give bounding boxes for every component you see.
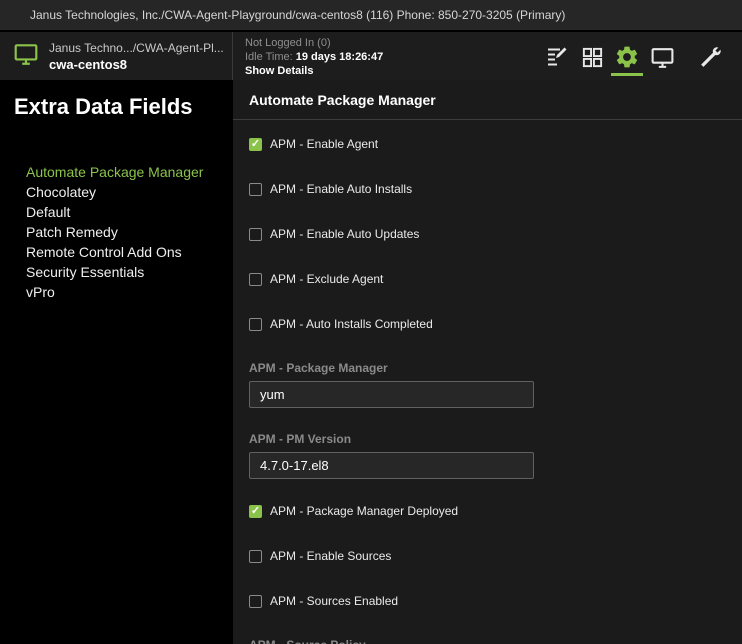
window-title: Janus Technologies, Inc./CWA-Agent-Playg… bbox=[30, 8, 565, 22]
page-title-bar: Automate Package Manager bbox=[233, 80, 742, 120]
sidebar-item-vpro[interactable]: vPro bbox=[14, 282, 219, 302]
apm-enable-auto-installs-checkbox[interactable] bbox=[249, 183, 262, 196]
settings-gear-icon[interactable] bbox=[611, 36, 643, 76]
breadcrumb: Janus Techno.../CWA-Agent-Pl... bbox=[49, 41, 224, 55]
sidebar-item-default[interactable]: Default bbox=[14, 202, 219, 222]
apm-auto-installs-completed-label: APM - Auto Installs Completed bbox=[270, 317, 433, 331]
sidebar-item-security-essentials[interactable]: Security Essentials bbox=[14, 262, 219, 282]
content-row: Extra Data Fields Automate Package Manag… bbox=[0, 80, 742, 644]
sidebar: Extra Data Fields Automate Package Manag… bbox=[0, 80, 233, 644]
sidebar-item-automate-package-manager[interactable]: Automate Package Manager bbox=[14, 162, 219, 182]
checkbox-row: APM - Auto Installs Completed bbox=[249, 316, 726, 332]
main-panel: Automate Package Manager APM - Enable Ag… bbox=[233, 80, 742, 644]
apm-pm-version-label: APM - PM Version bbox=[249, 432, 726, 446]
device-name: cwa-centos8 bbox=[49, 57, 224, 72]
device-summary: Janus Techno.../CWA-Agent-Pl... cwa-cent… bbox=[0, 32, 233, 80]
checkbox-row: APM - Sources Enabled bbox=[249, 593, 726, 609]
apm-sources-enabled-checkbox[interactable] bbox=[249, 595, 262, 608]
show-details-link[interactable]: Show Details bbox=[245, 64, 383, 78]
apm-enable-sources-checkbox[interactable] bbox=[249, 550, 262, 563]
field-group: APM - PM Version bbox=[249, 432, 726, 479]
apm-sources-enabled-label: APM - Sources Enabled bbox=[270, 594, 398, 608]
device-monitor-icon bbox=[13, 41, 39, 72]
session-status: Not Logged In (0) Idle Time: 19 days 18:… bbox=[233, 32, 383, 80]
apm-package-manager-deployed-label: APM - Package Manager Deployed bbox=[270, 504, 458, 518]
scripts-icon[interactable] bbox=[541, 36, 573, 76]
checkbox-row: APM - Enable Sources bbox=[249, 548, 726, 564]
checkbox-row: APM - Enable Agent bbox=[249, 136, 726, 152]
login-status: Not Logged In (0) bbox=[245, 36, 383, 50]
apm-auto-installs-completed-checkbox[interactable] bbox=[249, 318, 262, 331]
apm-package-manager-input[interactable] bbox=[249, 381, 534, 408]
device-text: Janus Techno.../CWA-Agent-Pl... cwa-cent… bbox=[49, 41, 224, 72]
monitor-icon[interactable] bbox=[646, 36, 678, 76]
apm-enable-agent-label: APM - Enable Agent bbox=[270, 137, 378, 151]
idle-time-value: 19 days 18:26:47 bbox=[296, 51, 383, 63]
field-group: APM - Package Manager bbox=[249, 361, 726, 408]
sidebar-item-chocolatey[interactable]: Chocolatey bbox=[14, 182, 219, 202]
extra-data-form: APM - Enable Agent APM - Enable Auto Ins… bbox=[233, 120, 742, 644]
sidebar-title: Extra Data Fields bbox=[14, 94, 219, 120]
apm-exclude-agent-checkbox[interactable] bbox=[249, 273, 262, 286]
idle-time-label: Idle Time: bbox=[245, 51, 293, 63]
apm-pm-version-input[interactable] bbox=[249, 452, 534, 479]
apps-grid-icon[interactable] bbox=[576, 36, 608, 76]
header-icon-toolbar bbox=[538, 32, 742, 80]
header-bar: Janus Techno.../CWA-Agent-Pl... cwa-cent… bbox=[0, 32, 742, 80]
window-title-bar: Janus Technologies, Inc./CWA-Agent-Playg… bbox=[0, 0, 742, 30]
apm-enable-sources-label: APM - Enable Sources bbox=[270, 549, 391, 563]
checkbox-row: APM - Enable Auto Installs bbox=[249, 181, 726, 197]
checkbox-row: APM - Package Manager Deployed bbox=[249, 503, 726, 519]
apm-package-manager-deployed-checkbox[interactable] bbox=[249, 505, 262, 518]
apm-enable-auto-updates-label: APM - Enable Auto Updates bbox=[270, 227, 419, 241]
apm-enable-auto-installs-label: APM - Enable Auto Installs bbox=[270, 182, 412, 196]
app-window: Janus Technologies, Inc./CWA-Agent-Playg… bbox=[0, 0, 742, 644]
checkbox-row: APM - Exclude Agent bbox=[249, 271, 726, 287]
checkbox-row: APM - Enable Auto Updates bbox=[249, 226, 726, 242]
remote-wrench-icon[interactable] bbox=[694, 36, 726, 76]
sidebar-item-patch-remedy[interactable]: Patch Remedy bbox=[14, 222, 219, 242]
sidebar-item-remote-control-add-ons[interactable]: Remote Control Add Ons bbox=[14, 242, 219, 262]
apm-source-policy-label: APM - Source Policy bbox=[249, 638, 726, 644]
apm-exclude-agent-label: APM - Exclude Agent bbox=[270, 272, 383, 286]
page-title: Automate Package Manager bbox=[249, 92, 726, 108]
apm-enable-agent-checkbox[interactable] bbox=[249, 138, 262, 151]
apm-package-manager-label: APM - Package Manager bbox=[249, 361, 726, 375]
apm-enable-auto-updates-checkbox[interactable] bbox=[249, 228, 262, 241]
sidebar-nav: Automate Package Manager Chocolatey Defa… bbox=[14, 162, 219, 302]
